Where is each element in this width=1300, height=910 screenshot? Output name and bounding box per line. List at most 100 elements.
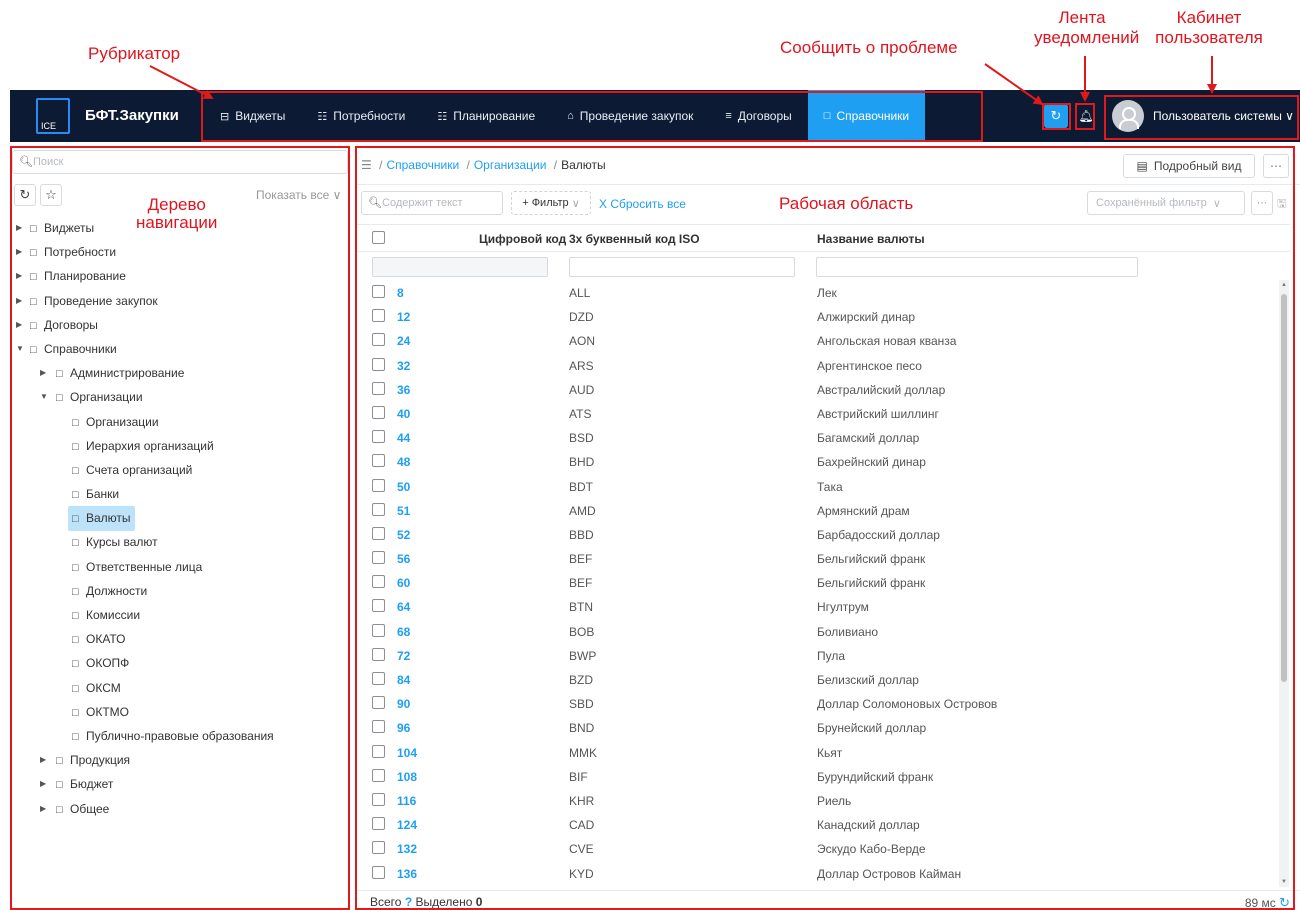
code-cell[interactable]: 24	[397, 334, 410, 348]
tree-node[interactable]: □ Валюты	[10, 506, 350, 532]
breadcrumb-item[interactable]: Справочники	[386, 158, 459, 172]
row-checkbox[interactable]	[372, 405, 385, 419]
row-checkbox[interactable]	[372, 381, 385, 395]
select-all-checkbox[interactable]	[372, 231, 385, 244]
user-avatar[interactable]	[1112, 100, 1144, 132]
tree-node[interactable]: ▶ □ Договоры	[10, 313, 350, 337]
add-filter-button[interactable]: + Фильтр ∨	[511, 191, 591, 215]
code-cell[interactable]: 68	[397, 625, 410, 639]
notifications-button[interactable]: 🔔︎	[1076, 104, 1096, 128]
row-checkbox[interactable]	[372, 647, 385, 661]
table-row[interactable]: 56 BEF Бельгийский франк	[355, 546, 1275, 570]
tree-node[interactable]: ▼ □ Организации	[10, 385, 350, 409]
table-row[interactable]: 116 KHR Риель	[355, 788, 1275, 812]
table-row[interactable]: 32 ARS Аргентинское песо	[355, 353, 1275, 377]
table-row[interactable]: 50 BDT Така	[355, 474, 1275, 498]
table-row[interactable]: 51 AMD Армянский драм	[355, 498, 1275, 522]
scroll-thumb[interactable]	[1281, 294, 1287, 682]
save-filter-icon[interactable]: 🖫︎	[1277, 195, 1286, 214]
caret-right-icon[interactable]: ▶	[16, 289, 26, 313]
caret-right-icon[interactable]: ▶	[16, 313, 26, 337]
tree-node[interactable]: □ Счета организаций	[10, 458, 350, 482]
table-row[interactable]: 108 BIF Бурундийский франк	[355, 764, 1275, 788]
tree-node[interactable]: □ ОКОПФ	[10, 651, 350, 675]
code-cell[interactable]: 36	[397, 383, 410, 397]
table-row[interactable]: 36 AUD Австралийский доллар	[355, 377, 1275, 401]
table-row[interactable]: 8 ALL Лек	[355, 280, 1275, 304]
tree-node[interactable]: □ Должности	[10, 579, 350, 603]
table-row[interactable]: 104 MMK Кьят	[355, 740, 1275, 764]
menu-item-1[interactable]: ☷ Потребности	[301, 90, 421, 142]
saved-filter-select[interactable]: Сохранённый фильтр ∨	[1087, 191, 1245, 215]
code-cell[interactable]: 44	[397, 431, 410, 445]
app-brand[interactable]: БФТ.Закупки	[85, 107, 179, 124]
row-checkbox[interactable]	[372, 865, 385, 879]
row-checkbox[interactable]	[372, 526, 385, 540]
row-checkbox[interactable]	[372, 333, 385, 347]
row-checkbox[interactable]	[372, 430, 385, 444]
caret-right-icon[interactable]: ▶	[16, 216, 26, 240]
row-checkbox[interactable]	[372, 309, 385, 323]
row-checkbox[interactable]	[372, 285, 385, 298]
tree-node[interactable]: □ Иерархия организаций	[10, 434, 350, 458]
menu-item-2[interactable]: ☷ Планирование	[421, 90, 551, 142]
menu-item-0[interactable]: ⊟ Виджеты	[204, 90, 301, 142]
tree-node[interactable]: ▶ □ Потребности	[10, 240, 350, 264]
row-checkbox[interactable]	[372, 575, 385, 589]
code-cell[interactable]: 56	[397, 552, 410, 566]
row-checkbox[interactable]	[372, 768, 385, 782]
tree-node[interactable]: ▶ □ Общее	[10, 797, 350, 821]
caret-right-icon[interactable]: ▶	[40, 772, 50, 796]
more-actions-button[interactable]: ⋯	[1263, 154, 1289, 178]
row-checkbox[interactable]	[372, 551, 385, 565]
table-row[interactable]: 132 CVE Эскудо Кабо-Верде	[355, 836, 1275, 860]
tree-node[interactable]: □ Публично-правовые образования	[10, 724, 350, 748]
code-cell[interactable]: 8	[397, 286, 404, 300]
row-checkbox[interactable]	[372, 454, 385, 468]
row-checkbox[interactable]	[372, 357, 385, 371]
table-row[interactable]: 12 DZD Алжирский динар	[355, 304, 1275, 328]
text-search-input[interactable]	[382, 195, 492, 211]
code-cell[interactable]: 48	[397, 455, 410, 469]
tree-node[interactable]: □ Комиссии	[10, 603, 350, 627]
row-checkbox[interactable]	[372, 792, 385, 806]
row-checkbox[interactable]	[372, 720, 385, 734]
table-row[interactable]: 84 BZD Белизский доллар	[355, 667, 1275, 691]
code-cell[interactable]: 51	[397, 504, 410, 518]
table-row[interactable]: 68 BOB Боливиано	[355, 619, 1275, 643]
scroll-up-icon[interactable]: ▲	[1281, 282, 1287, 288]
tree-node[interactable]: ▶ □ Продукция	[10, 748, 350, 772]
tree-node[interactable]: ▶ □ Проведение закупок	[10, 289, 350, 313]
row-checkbox[interactable]	[372, 841, 385, 855]
tree-search-input[interactable]	[33, 154, 333, 170]
code-cell[interactable]: 40	[397, 407, 410, 421]
caret-down-icon[interactable]: ▼	[40, 385, 50, 409]
caret-right-icon[interactable]: ▶	[40, 748, 50, 772]
refresh-icon[interactable]: ↻	[1279, 895, 1290, 910]
code-cell[interactable]: 64	[397, 600, 410, 614]
table-row[interactable]: 48 BHD Бахрейнский динар	[355, 449, 1275, 473]
row-checkbox[interactable]	[372, 599, 385, 613]
tree-node[interactable]: ▼ □ Справочники	[10, 337, 350, 361]
table-row[interactable]: 64 BTN Нгултрум	[355, 594, 1275, 618]
scroll-down-icon[interactable]: ▼	[1281, 879, 1287, 885]
iso-filter-input[interactable]	[569, 257, 795, 277]
reset-all-button[interactable]: X Сбросить все	[599, 197, 686, 211]
tree-node[interactable]: □ ОКТМО	[10, 700, 350, 724]
row-checkbox[interactable]	[372, 696, 385, 710]
total-count[interactable]: ?	[405, 895, 412, 909]
caret-right-icon[interactable]: ▶	[16, 240, 26, 264]
code-filter-input[interactable]	[372, 257, 548, 277]
caret-down-icon[interactable]: ▼	[16, 337, 26, 361]
name-filter-input[interactable]	[816, 257, 1138, 277]
table-row[interactable]: 136 KYD Доллар Островов Кайман	[355, 861, 1275, 885]
tree-node[interactable]: □ Курсы валют	[10, 530, 350, 554]
table-row[interactable]: 24 AON Ангольская новая кванза	[355, 328, 1275, 352]
caret-right-icon[interactable]: ▶	[16, 264, 26, 288]
detail-view-button[interactable]: ▤ Подробный вид	[1123, 154, 1255, 178]
tree-node[interactable]: □ ОКСМ	[10, 676, 350, 700]
saved-filter-more-button[interactable]: ⋯	[1251, 191, 1273, 215]
caret-right-icon[interactable]: ▶	[40, 797, 50, 821]
menu-item-5[interactable]: □ Справочники	[807, 90, 926, 142]
row-checkbox[interactable]	[372, 502, 385, 516]
